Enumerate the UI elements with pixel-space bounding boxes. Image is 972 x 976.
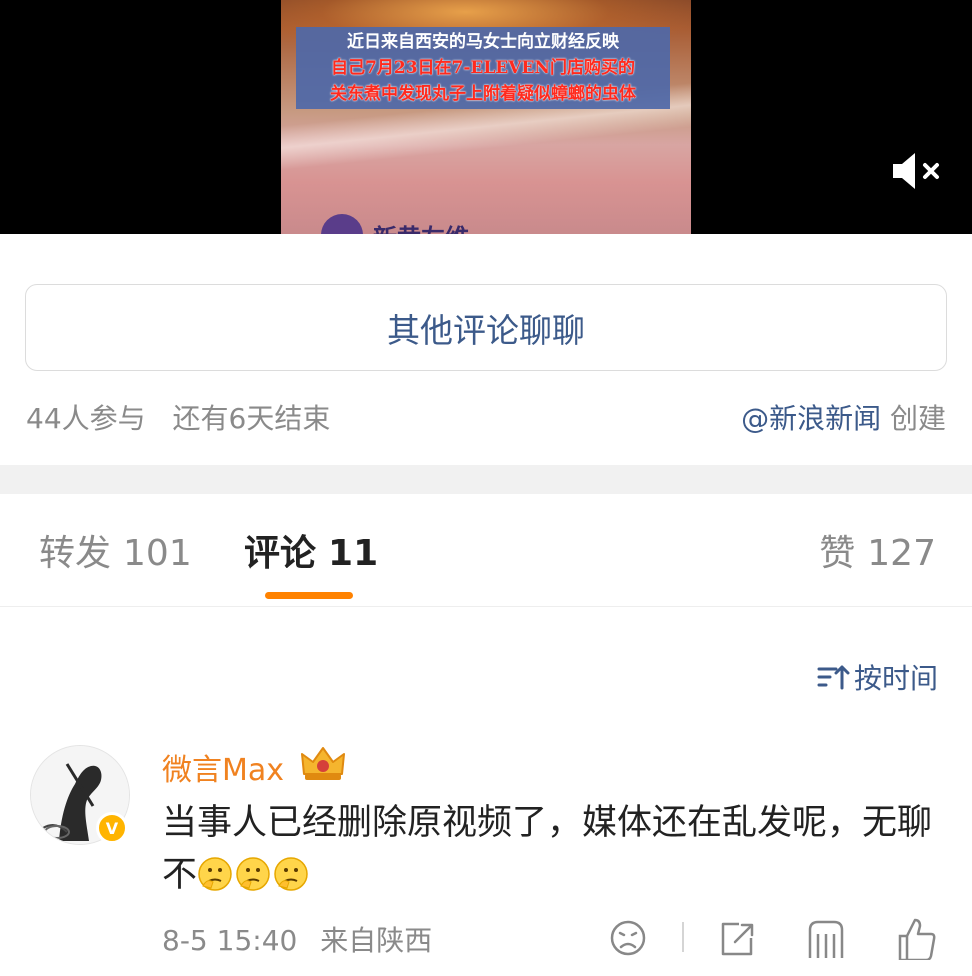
other-comments-button[interactable]: 其他评论聊聊 <box>25 284 947 371</box>
creator-link[interactable]: @新浪新闻 <box>741 402 881 435</box>
tab-forward-count: 101 <box>123 533 192 574</box>
comment-icon[interactable] <box>806 916 846 960</box>
thinking-emoji-icon <box>198 857 232 891</box>
tab-like-label: 赞 <box>819 533 856 574</box>
vote-creator: @新浪新闻 创建 <box>741 397 946 437</box>
thinking-emoji-icon <box>236 857 270 891</box>
action-divider <box>682 922 684 952</box>
comment-location: 来自陕西 <box>320 924 433 957</box>
vote-meta: 44人参与 还有6天结束 <box>26 397 330 437</box>
sort-icon <box>817 665 850 690</box>
tab-forward-label: 转发 <box>39 533 112 574</box>
tab-bar: 转发 101 评论 11 赞 127 <box>0 494 972 607</box>
sort-by-time-button[interactable]: 按时间 <box>816 657 938 697</box>
video-caption-line-3: 关东煮中发现丸子上附着疑似蟑螂的虫体 <box>330 84 636 104</box>
vote-remaining: 还有6天结束 <box>172 402 331 435</box>
video-caption-line-2: 自己7月23日在7-ELEVEN门店购买的 <box>331 58 635 78</box>
vip-crown-icon <box>301 747 345 780</box>
tab-comment-count: 11 <box>328 533 379 574</box>
thinking-emoji-icon <box>274 857 308 891</box>
comment-meta: 8-5 15:40 来自陕西 <box>162 919 432 959</box>
sort-label: 按时间 <box>853 662 938 695</box>
active-tab-indicator <box>265 592 353 599</box>
comment-time: 8-5 15:40 <box>162 924 298 957</box>
tab-comment-label: 评论 <box>244 533 317 574</box>
vote-participants: 44人参与 <box>26 402 146 435</box>
video-player[interactable]: 新黄左维 近日来自西安的马女士向立财经反映 自己7月23日在7-ELEVEN门店… <box>0 0 972 234</box>
verified-icon: V <box>96 812 128 844</box>
section-divider <box>0 465 972 494</box>
tab-forward[interactable]: 转发 101 <box>39 524 192 576</box>
like-icon[interactable] <box>896 916 936 960</box>
comment-username[interactable]: 微言Max <box>162 745 284 789</box>
tab-comment[interactable]: 评论 11 <box>244 524 378 576</box>
sad-face-icon[interactable] <box>608 916 648 960</box>
video-caption: 近日来自西安的马女士向立财经反映 自己7月23日在7-ELEVEN门店购买的 关… <box>296 27 670 109</box>
video-brand-logo <box>321 214 363 234</box>
mute-icon[interactable] <box>889 150 945 192</box>
tab-like-count: 127 <box>867 533 936 574</box>
creator-suffix: 创建 <box>889 402 946 435</box>
share-icon[interactable] <box>717 916 757 960</box>
video-caption-line-1: 近日来自西安的马女士向立财经反映 <box>347 32 619 52</box>
comment-text: 当事人已经删除原视频了，媒体还在乱发呢，无聊不 <box>162 797 942 901</box>
tab-like[interactable]: 赞 127 <box>819 524 936 576</box>
video-brand-text: 新黄左维 <box>373 218 469 234</box>
